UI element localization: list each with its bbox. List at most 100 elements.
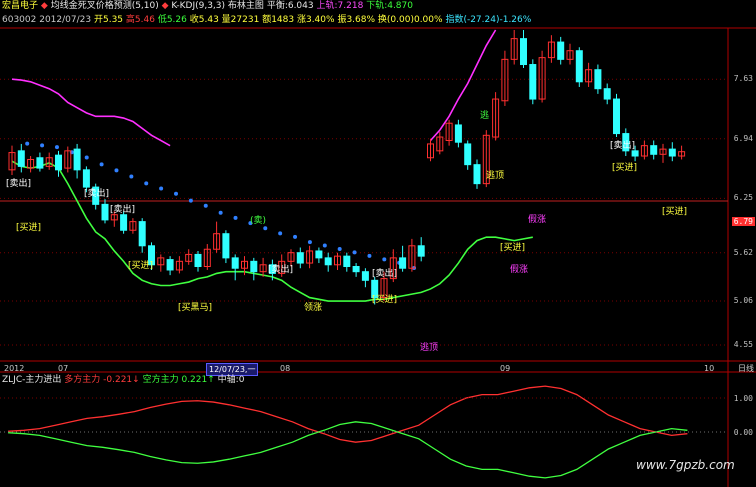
ma-dot <box>159 186 164 191</box>
candle-body <box>417 245 425 257</box>
candle-body <box>120 214 128 231</box>
short-label: 空方主力 <box>142 375 179 385</box>
price-tick: 5.06 <box>733 296 753 306</box>
marker-sell: [卖出] <box>84 187 109 199</box>
candle-body <box>82 169 90 188</box>
marker-fake-rise: 假涨 <box>510 264 528 275</box>
candle-body <box>296 252 304 264</box>
upper-band-line <box>429 29 497 142</box>
long-force-line <box>7 385 688 443</box>
indicator-tick-0: 0.00 <box>733 428 753 437</box>
marker-escape: 逃顶 <box>486 169 504 181</box>
price-tick: 6.94 <box>733 133 753 143</box>
indicator-header: ZLJC-主力进出 多方主力 -0.221↓ 空方主力 0.221↑ 中轴:0 <box>2 375 245 385</box>
watermark: www.7gpzb.com <box>636 458 735 472</box>
candlestick-chart[interactable]: [卖出] [买进] [卖出] [买进] [卖出] [买黑马] [卖出] [买进] [卖出] 领涨 (… <box>0 0 756 487</box>
ma-dot <box>218 210 223 215</box>
price-tick: 4.55 <box>733 340 753 350</box>
price-tick: 5.62 <box>733 247 753 257</box>
short-force-line <box>7 421 688 479</box>
ma-dot <box>233 215 238 220</box>
signal-markers: [卖出] [买进] [卖出] [买进] [卖出] [买黑马] [卖出] [买进] [卖出] 领涨 (… <box>6 109 687 353</box>
marker-sell-top: 逃顶 <box>420 341 438 353</box>
ma-dot <box>188 198 193 203</box>
candle-body <box>101 203 109 221</box>
price-tick: 6.25 <box>733 193 753 203</box>
candle-body <box>594 69 602 90</box>
upper-band-line <box>11 78 171 147</box>
ma-dot <box>263 226 268 231</box>
time-label-08: 08 <box>280 364 291 373</box>
long-label: 多方主力 <box>64 375 101 385</box>
time-label-2012: 2012 <box>4 364 25 373</box>
candle-body <box>473 164 481 185</box>
period-selector[interactable]: 日线 <box>738 363 754 374</box>
marker-sell: [卖出] <box>610 139 635 151</box>
candle-body <box>529 64 537 100</box>
marker-buy: [买进] <box>612 162 637 173</box>
candle-body <box>631 150 639 157</box>
ma-dot <box>337 246 342 251</box>
ma-dot <box>367 253 372 258</box>
candle-body <box>650 145 658 155</box>
candle-body <box>575 50 583 83</box>
candle-body <box>138 221 146 247</box>
ma-dot <box>54 145 59 150</box>
time-label-07: 07 <box>58 364 69 373</box>
candle-body <box>324 257 332 266</box>
ma-dot <box>144 181 149 186</box>
marker-sell: [卖出] <box>6 177 31 189</box>
candle-body <box>222 233 230 259</box>
candle-body <box>557 41 565 60</box>
indicator-name[interactable]: ZLJC-主力进出 <box>2 375 61 385</box>
candle-body <box>315 250 323 259</box>
candle-body <box>520 38 527 66</box>
marker-up: 逃 <box>480 109 489 121</box>
ma-dot <box>203 203 208 208</box>
ma-dot <box>129 174 134 179</box>
ma-dot <box>84 155 89 160</box>
ma-dot <box>352 250 357 255</box>
ma-dot <box>40 143 45 148</box>
ma-dot <box>307 240 312 245</box>
candle-body <box>603 88 611 100</box>
marker-sell-circle: (卖) <box>250 215 266 226</box>
candles <box>8 30 686 305</box>
long-value: -0.221 <box>103 375 133 385</box>
ma-dots <box>25 141 417 270</box>
candle-body <box>73 148 81 171</box>
marker-buy: [买进] <box>16 222 41 233</box>
marker-sell: [卖出] <box>372 267 397 279</box>
ma-dot <box>99 162 104 167</box>
candle-body <box>361 271 369 281</box>
ma-dot <box>25 141 30 146</box>
marker-buy-horse: [买黑马] <box>178 302 212 313</box>
marker-buy: [买进] <box>500 242 525 253</box>
marker-sell: [卖出] <box>110 203 135 215</box>
candle-body <box>399 257 407 269</box>
marker-fake-rise: 假涨 <box>528 214 546 225</box>
candle-body <box>194 253 202 268</box>
candle-body <box>17 150 25 167</box>
candle-body <box>613 98 620 135</box>
candle-body <box>166 259 174 271</box>
marker-buy: [买进] <box>128 260 153 271</box>
ma-dot <box>278 231 283 236</box>
zero-value: 0 <box>238 375 245 385</box>
marker-buy: [买进] <box>372 294 397 305</box>
ma-dot <box>322 243 327 248</box>
ma-dot <box>114 168 119 173</box>
candle-body <box>231 257 239 269</box>
candle-body <box>36 157 44 169</box>
indicator-tick-1: 1.00 <box>733 394 753 403</box>
ma-dot <box>174 191 178 196</box>
indicator-lines <box>0 385 728 479</box>
candle-body <box>464 143 472 166</box>
marker-buy: [买进] <box>662 206 687 217</box>
marker-lead: 领涨 <box>304 301 322 313</box>
zero-label: 中轴 <box>217 375 236 385</box>
candle-body <box>343 255 351 268</box>
candle-body <box>668 148 676 157</box>
current-price-badge: 6.79 <box>731 217 755 226</box>
candle-body <box>250 260 258 273</box>
